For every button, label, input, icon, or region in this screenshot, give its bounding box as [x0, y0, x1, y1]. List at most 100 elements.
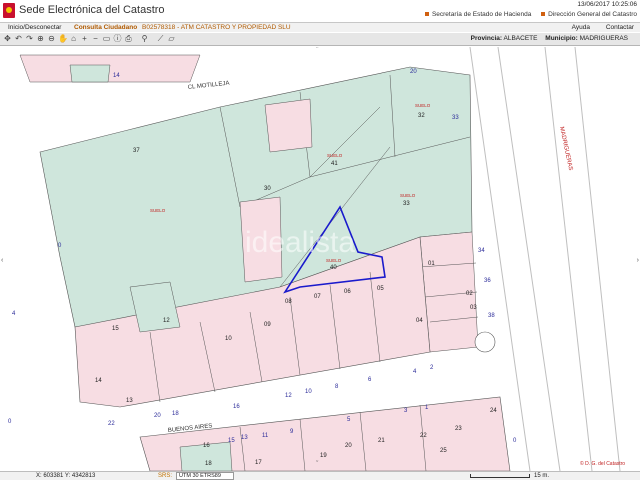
svg-text:41: 41: [331, 161, 338, 167]
svg-text:04: 04: [416, 318, 423, 324]
svg-text:01: 01: [428, 261, 435, 267]
full-extent-icon[interactable]: ⌂: [69, 34, 78, 44]
info-icon[interactable]: ⓘ: [113, 34, 122, 44]
svg-text:08: 08: [285, 299, 292, 305]
svg-text:16: 16: [233, 404, 240, 410]
hand-pan-icon[interactable]: ✋: [58, 34, 68, 44]
svg-text:09: 09: [264, 322, 271, 328]
svg-text:12: 12: [163, 318, 170, 324]
location-info: Provincia: ALBACETE Municipio: MADRIGUER…: [471, 35, 634, 42]
minus-icon[interactable]: −: [91, 34, 100, 44]
scale-label: 15 m.: [534, 473, 550, 479]
redo-icon[interactable]: ↷: [25, 34, 34, 44]
municipality-value: MADRIGUERAS: [579, 35, 628, 42]
province-value: ALBACETE: [503, 35, 538, 42]
svg-text:20: 20: [410, 69, 417, 75]
separator: [151, 34, 154, 44]
svg-text:13: 13: [126, 398, 133, 404]
svg-text:22: 22: [420, 433, 427, 439]
area-icon[interactable]: ▱: [167, 34, 176, 44]
header: Sede Electrónica del Catastro 13/06/2017…: [0, 0, 640, 22]
svg-text:14: 14: [95, 378, 102, 384]
svg-text:10: 10: [225, 336, 232, 342]
undo-icon[interactable]: ↶: [14, 34, 23, 44]
svg-text:15: 15: [228, 438, 235, 444]
menubar: Inicio/Desconectar Consulta Ciudadano B0…: [0, 22, 640, 32]
svg-text:19: 19: [320, 453, 327, 459]
watermark: idealista: [245, 226, 355, 259]
rectangle-icon[interactable]: ▭: [102, 34, 111, 44]
svg-text:21: 21: [378, 438, 385, 444]
statusbar: X: 603381 Y: 4342813 SRS: UTM 30 ETRS89 …: [0, 471, 640, 480]
site-title: Sede Electrónica del Catastro: [19, 4, 165, 16]
cursor-coordinates: X: 603381 Y: 4342813: [36, 473, 96, 479]
map-copyright: © D. G. del Catastro: [580, 460, 625, 467]
svg-text:SUELO: SUELO: [400, 193, 416, 198]
user-info: Consulta Ciudadano B02578318 - ATM CATAS…: [74, 24, 291, 31]
srs-select[interactable]: UTM 30 ETRS89: [176, 472, 234, 480]
datetime: 13/06/2017 10:25:06: [577, 1, 637, 8]
svg-text:24: 24: [490, 408, 497, 414]
srs-label: SRS:: [158, 473, 173, 479]
svg-text:12: 12: [285, 393, 292, 399]
plus-icon[interactable]: +: [80, 34, 89, 44]
catastro-logo-icon: [3, 3, 15, 18]
pan-left-icon[interactable]: ‹: [1, 257, 3, 264]
toolbar: ✥ ↶ ↷ ⊕ ⊖ ✋ ⌂ + − ▭ ⓘ ⎙ ⚲ ⟋ ▱ Provincia: ALBACETE Muni…: [0, 33, 640, 46]
help-link[interactable]: Ayuda: [572, 24, 590, 31]
bullet-icon: [541, 12, 546, 17]
link-secretaria[interactable]: Secretaría de Estado de Hacienda: [424, 11, 531, 18]
pan-right-icon[interactable]: ›: [637, 257, 639, 264]
svg-text:33: 33: [403, 201, 410, 207]
svg-text:SUELO: SUELO: [150, 208, 166, 213]
svg-text:36: 36: [484, 278, 491, 284]
svg-text:02: 02: [466, 291, 473, 297]
scale-bar: [470, 474, 530, 478]
svg-text:38: 38: [488, 313, 495, 319]
svg-text:SUELO: SUELO: [326, 258, 342, 263]
zoom-out-icon[interactable]: ⊖: [47, 34, 56, 44]
header-links: Secretaría de Estado de Hacienda Direcci…: [417, 11, 637, 18]
svg-text:11: 11: [262, 433, 269, 439]
svg-text:SUELO: SUELO: [415, 103, 431, 108]
location-pin-icon[interactable]: ⚲: [140, 34, 149, 44]
svg-text:32: 32: [418, 113, 425, 119]
svg-text:18: 18: [205, 461, 212, 467]
separator: [135, 34, 138, 44]
svg-text:17: 17: [255, 460, 262, 466]
svg-text:13: 13: [241, 435, 248, 441]
cadastral-map[interactable]: idealista CL MOTILLEJA MADRIGUERAS BUENO…: [0, 47, 640, 471]
svg-text:20: 20: [154, 413, 161, 419]
bullet-icon: [424, 12, 429, 17]
svg-text:40: 40: [330, 265, 337, 271]
svg-text:16: 16: [203, 443, 210, 449]
svg-text:05: 05: [377, 286, 384, 292]
svg-text:30: 30: [264, 186, 271, 192]
pan-up-icon[interactable]: ˆ: [316, 47, 318, 54]
print-icon[interactable]: ⎙: [124, 34, 133, 44]
zoom-in-icon[interactable]: ⊕: [36, 34, 45, 44]
arrows-move-icon[interactable]: ✥: [3, 34, 12, 44]
ruler-icon[interactable]: ⟋: [156, 34, 165, 44]
menubar-right: Ayuda Contactar: [558, 24, 634, 31]
svg-text:20: 20: [345, 443, 352, 449]
svg-text:15: 15: [112, 326, 119, 332]
svg-text:06: 06: [344, 289, 351, 295]
svg-text:22: 22: [108, 421, 115, 427]
contact-link[interactable]: Contactar: [606, 24, 634, 31]
login-link[interactable]: Inicio/Desconectar: [8, 24, 61, 31]
svg-text:37: 37: [133, 148, 140, 154]
tool-group: ✥ ↶ ↷ ⊕ ⊖ ✋ ⌂ + − ▭ ⓘ ⎙ ⚲ ⟋ ▱: [3, 34, 176, 44]
link-direccion[interactable]: Dirección General del Catastro: [541, 11, 637, 18]
svg-text:14: 14: [113, 73, 120, 79]
map-canvas[interactable]: idealista CL MOTILLEJA MADRIGUERAS BUENO…: [0, 47, 640, 471]
pan-down-icon[interactable]: ˇ: [316, 461, 318, 468]
svg-text:23: 23: [455, 426, 462, 432]
svg-text:SUELO: SUELO: [327, 153, 343, 158]
svg-text:34: 34: [478, 248, 485, 254]
svg-text:07: 07: [314, 294, 321, 300]
municipality-label: Municipio:: [545, 35, 578, 42]
user-detail: B02578318 - ATM CATASTRO Y PROPIEDAD SLU: [142, 24, 291, 31]
svg-text:18: 18: [172, 411, 179, 417]
svg-text:03: 03: [470, 305, 477, 311]
